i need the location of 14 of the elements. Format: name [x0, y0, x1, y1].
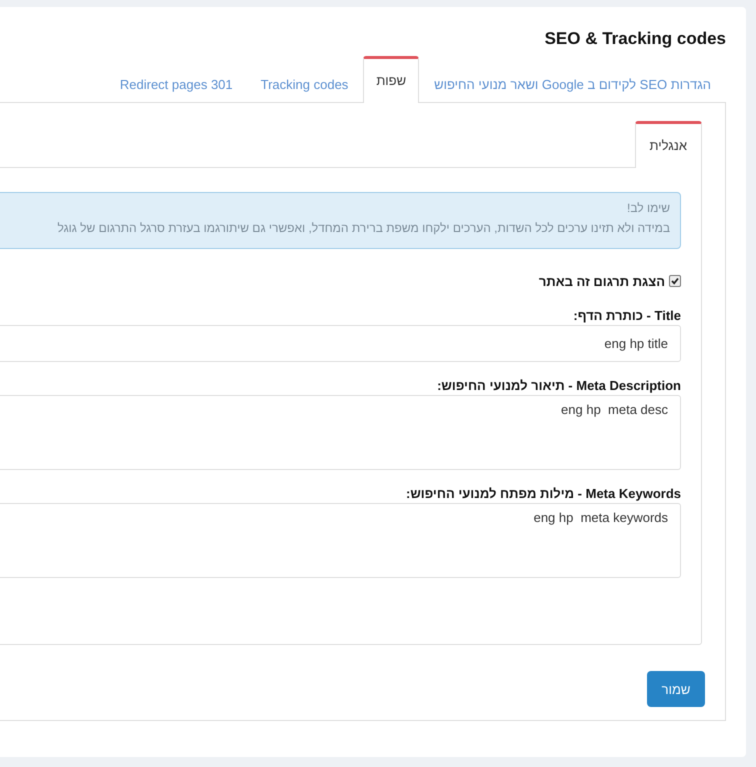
checkbox[interactable] [669, 275, 681, 287]
checkbox-label: הצגת תרגום זה באתר [538, 274, 665, 288]
field-label: Meta Keywords - מילות מפתח למנועי החיפוש: [404, 486, 681, 501]
alert-heading: שימו לב! [626, 201, 670, 215]
field-label: Meta Description - תיאור למנועי החיפוש: [436, 378, 681, 393]
page-title: SEO & Tracking codes [544, 28, 726, 50]
tab[interactable]: אנגלית [634, 121, 702, 168]
input-field[interactable]: eng hp title [0, 325, 681, 362]
save-button[interactable]: שמור [647, 671, 705, 707]
alert-text: במידה ולא תזינו ערכים לכל השדות, הערכים ילקחו משפת ברירת המחדל, ואפשרי גם שיתורגמו בעזרת סרגל התרגום של גוגל [56, 221, 670, 235]
text-area[interactable]: eng hp meta desc [0, 395, 681, 470]
tab[interactable]: שפות [363, 56, 420, 103]
text-area[interactable]: eng hp meta keywords [0, 503, 681, 578]
field-label: Title - כותרת הדף: [572, 308, 681, 323]
